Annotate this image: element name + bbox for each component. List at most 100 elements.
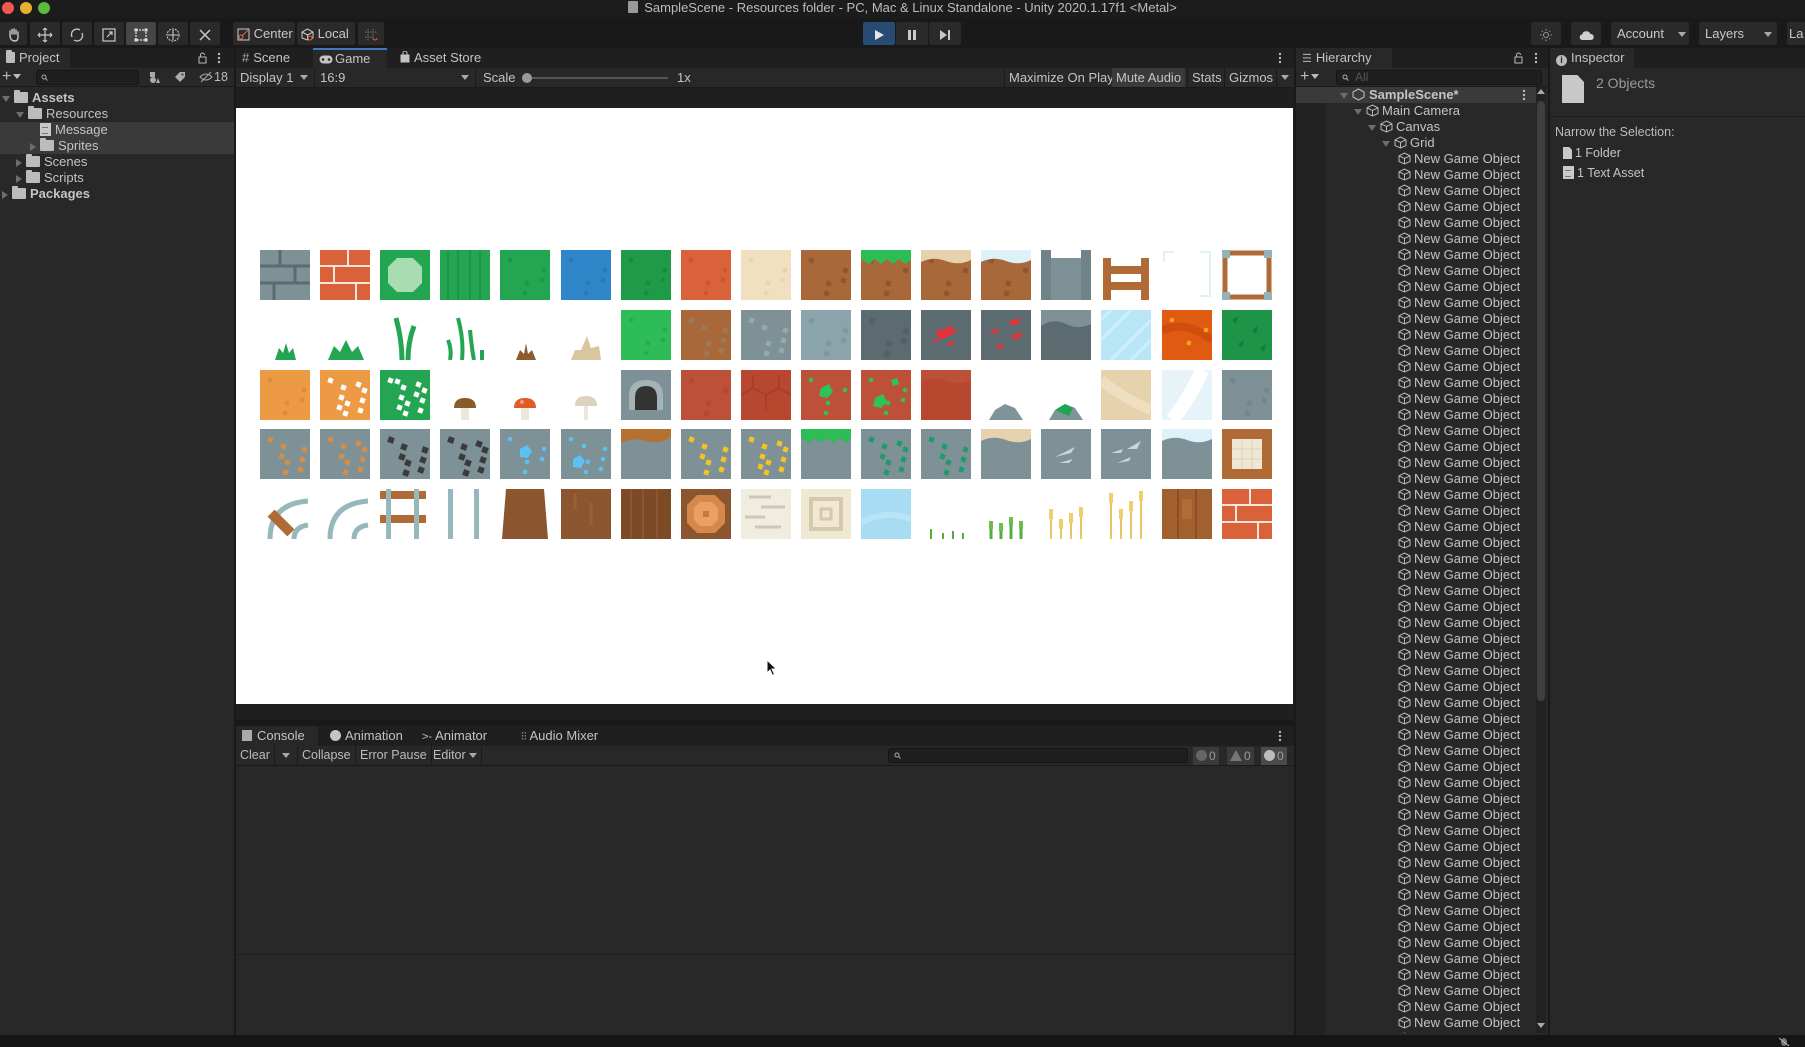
- cloud-button[interactable]: [1571, 22, 1601, 45]
- hierarchy-scene-row[interactable]: SampleScene*: [1296, 87, 1536, 103]
- project-item-message[interactable]: Message: [0, 122, 234, 138]
- layout-dropdown[interactable]: La: [1787, 22, 1805, 45]
- hierarchy-child-row[interactable]: New Game Object: [1296, 199, 1536, 215]
- hierarchy-child-row[interactable]: New Game Object: [1296, 151, 1536, 167]
- hierarchy-child-row[interactable]: New Game Object: [1296, 183, 1536, 199]
- display-dropdown[interactable]: Display 1: [236, 68, 315, 87]
- hierarchy-child-row[interactable]: New Game Object: [1296, 727, 1536, 743]
- hierarchy-child-row[interactable]: New Game Object: [1296, 279, 1536, 295]
- hierarchy-child-row[interactable]: New Game Object: [1296, 919, 1536, 935]
- expand-open-icon[interactable]: [1368, 124, 1376, 131]
- grid-snap-toggle[interactable]: [358, 22, 384, 45]
- hierarchy-child-row[interactable]: New Game Object: [1296, 1015, 1536, 1031]
- hierarchy-child-row[interactable]: New Game Object: [1296, 743, 1536, 759]
- hierarchy-child-row[interactable]: New Game Object: [1296, 167, 1536, 183]
- step-button[interactable]: [929, 22, 961, 45]
- expand-open-icon[interactable]: [1382, 140, 1390, 147]
- hierarchy-child-row[interactable]: New Game Object: [1296, 647, 1536, 663]
- hierarchy-child-row[interactable]: New Game Object: [1296, 807, 1536, 823]
- narrow-text-asset-item[interactable]: 1 Text Asset: [1563, 165, 1644, 181]
- tab-audio-mixer[interactable]: ⫶⫶ Audio Mixer: [515, 726, 615, 746]
- debug-bug-icon[interactable]: [1778, 1035, 1790, 1047]
- hierarchy-child-row[interactable]: New Game Object: [1296, 983, 1536, 999]
- hierarchy-child-row[interactable]: New Game Object: [1296, 775, 1536, 791]
- hierarchy-child-row[interactable]: New Game Object: [1296, 471, 1536, 487]
- hierarchy-child-row[interactable]: New Game Object: [1296, 663, 1536, 679]
- hierarchy-child-row[interactable]: New Game Object: [1296, 423, 1536, 439]
- project-item-packages[interactable]: Packages: [0, 186, 234, 202]
- error-pause-toggle[interactable]: Error Pause: [356, 746, 432, 765]
- tag-label-icon[interactable]: [174, 71, 186, 83]
- create-plus-button[interactable]: +: [2, 68, 22, 86]
- hierarchy-child-row[interactable]: New Game Object: [1296, 599, 1536, 615]
- scale-tool-button[interactable]: [94, 22, 124, 45]
- lock-icon[interactable]: [1514, 52, 1523, 64]
- expand-open-icon[interactable]: [16, 111, 24, 118]
- warning-count-toggle[interactable]: 0: [1227, 747, 1254, 765]
- editor-dropdown[interactable]: Editor: [429, 746, 482, 765]
- game-view[interactable]: [236, 108, 1293, 704]
- hierarchy-child-row[interactable]: New Game Object: [1296, 375, 1536, 391]
- create-plus-button[interactable]: +: [1300, 68, 1320, 86]
- hierarchy-child-row[interactable]: New Game Object: [1296, 855, 1536, 871]
- hierarchy-child-row[interactable]: New Game Object: [1296, 247, 1536, 263]
- clear-options-dropdown[interactable]: [278, 746, 298, 765]
- hidden-eye-icon[interactable]: [199, 71, 213, 83]
- hierarchy-child-row[interactable]: New Game Object: [1296, 615, 1536, 631]
- filter-type-icon[interactable]: [148, 71, 161, 84]
- scale-slider-track[interactable]: [522, 77, 668, 79]
- hierarchy-child-row[interactable]: New Game Object: [1296, 407, 1536, 423]
- hierarchy-child-row[interactable]: New Game Object: [1296, 311, 1536, 327]
- play-button[interactable]: [863, 22, 895, 45]
- hierarchy-child-row[interactable]: New Game Object: [1296, 967, 1536, 983]
- gizmos-toggle[interactable]: Gizmos: [1224, 68, 1277, 87]
- maximize-on-play-toggle[interactable]: Maximize On Play: [1004, 68, 1118, 87]
- hierarchy-child-row[interactable]: New Game Object: [1296, 999, 1536, 1015]
- gizmos-dropdown[interactable]: [1276, 68, 1294, 87]
- expand-closed-icon[interactable]: [16, 174, 22, 183]
- hierarchy-child-row[interactable]: New Game Object: [1296, 823, 1536, 839]
- expand-open-icon[interactable]: [1340, 92, 1348, 99]
- hierarchy-child-row[interactable]: New Game Object: [1296, 583, 1536, 599]
- hierarchy-item-grid[interactable]: Grid: [1296, 135, 1536, 151]
- hierarchy-child-row[interactable]: New Game Object: [1296, 1031, 1536, 1033]
- custom-tool-button[interactable]: [190, 22, 220, 45]
- kebab-menu-icon[interactable]: [1522, 89, 1526, 101]
- stats-toggle[interactable]: Stats: [1187, 68, 1226, 87]
- error-count-toggle[interactable]: 0: [1261, 747, 1287, 765]
- tab-scene[interactable]: # Scene: [236, 48, 312, 68]
- rect-tool-button[interactable]: [126, 22, 156, 45]
- hierarchy-child-row[interactable]: New Game Object: [1296, 839, 1536, 855]
- expand-open-icon[interactable]: [1354, 108, 1362, 115]
- kebab-menu-icon[interactable]: [1278, 730, 1282, 742]
- kebab-menu-icon[interactable]: [1278, 52, 1282, 64]
- hierarchy-child-row[interactable]: New Game Object: [1296, 263, 1536, 279]
- lock-icon[interactable]: [198, 52, 207, 64]
- hierarchy-child-row[interactable]: New Game Object: [1296, 903, 1536, 919]
- expand-closed-icon[interactable]: [30, 142, 36, 151]
- hierarchy-child-row[interactable]: New Game Object: [1296, 535, 1536, 551]
- hierarchy-child-row[interactable]: New Game Object: [1296, 567, 1536, 583]
- account-dropdown[interactable]: Account: [1611, 22, 1689, 45]
- kebab-menu-icon[interactable]: [217, 52, 221, 64]
- hierarchy-child-row[interactable]: New Game Object: [1296, 391, 1536, 407]
- tab-project[interactable]: Project: [0, 48, 70, 68]
- tab-inspector[interactable]: i Inspector: [1550, 48, 1634, 68]
- narrow-folder-item[interactable]: 1 Folder: [1563, 145, 1621, 161]
- hierarchy-child-row[interactable]: New Game Object: [1296, 711, 1536, 727]
- hierarchy-child-row[interactable]: New Game Object: [1296, 231, 1536, 247]
- hierarchy-child-row[interactable]: New Game Object: [1296, 887, 1536, 903]
- expand-open-icon[interactable]: [2, 95, 10, 102]
- hierarchy-scrollbar[interactable]: [1536, 87, 1546, 1033]
- hierarchy-child-row[interactable]: New Game Object: [1296, 951, 1536, 967]
- aspect-dropdown[interactable]: 16:9: [316, 68, 476, 87]
- hierarchy-child-row[interactable]: New Game Object: [1296, 871, 1536, 887]
- hierarchy-child-row[interactable]: New Game Object: [1296, 359, 1536, 375]
- hierarchy-child-row[interactable]: New Game Object: [1296, 695, 1536, 711]
- expand-closed-icon[interactable]: [16, 158, 22, 167]
- scroll-up-icon[interactable]: [1537, 89, 1545, 94]
- hierarchy-child-row[interactable]: New Game Object: [1296, 343, 1536, 359]
- hierarchy-child-row[interactable]: New Game Object: [1296, 759, 1536, 775]
- scrollbar-thumb[interactable]: [1537, 101, 1545, 701]
- mute-audio-toggle[interactable]: Mute Audio: [1112, 68, 1186, 87]
